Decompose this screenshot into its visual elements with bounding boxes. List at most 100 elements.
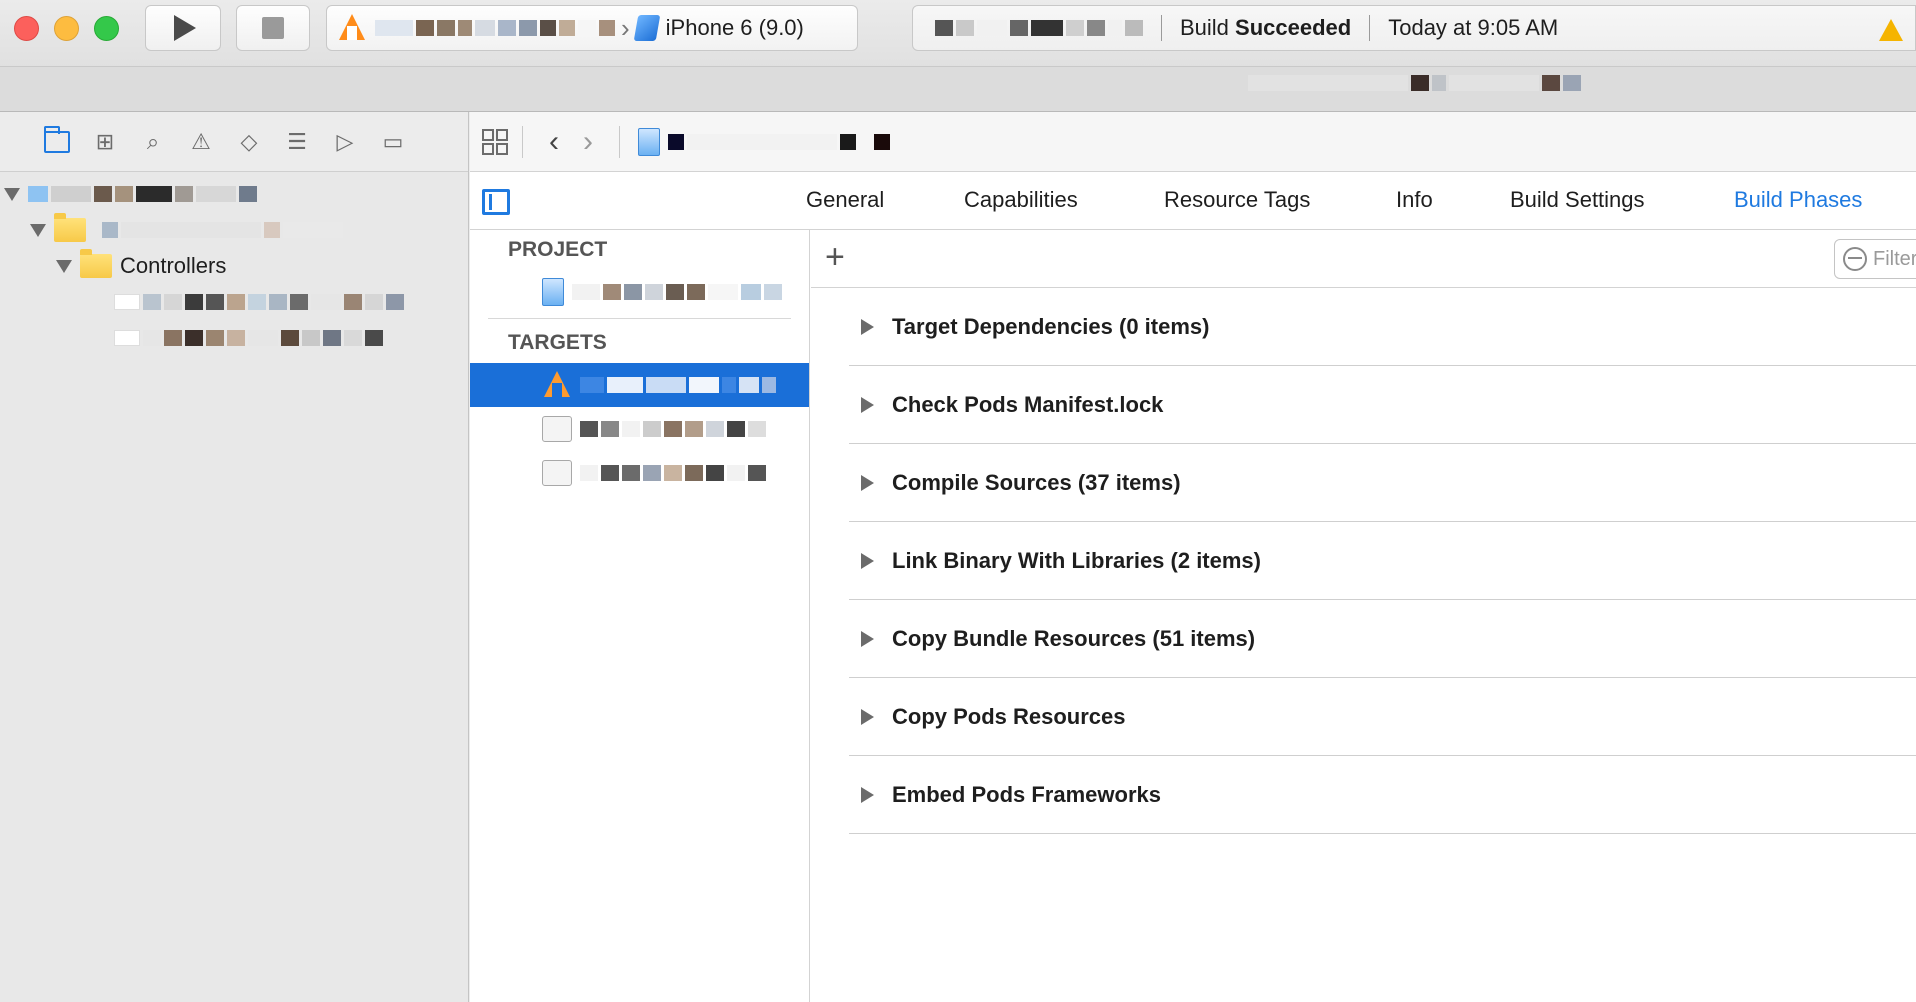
issue-navigator-tab[interactable]: ⚠ (188, 129, 214, 155)
jump-bar: ‹ › (470, 112, 1916, 172)
filter-field[interactable]: Filter (1834, 239, 1916, 279)
phase-copy-bundle-resources[interactable]: Copy Bundle Resources (51 items) (849, 600, 1916, 678)
redacted-target-name (580, 377, 776, 393)
breakpoint-icon: ▷ (336, 128, 354, 154)
phase-label: Compile Sources (37 items) (892, 469, 1181, 495)
disclosure-open-icon[interactable] (4, 187, 20, 201)
jump-bar-divider (619, 125, 620, 158)
find-navigator-tab[interactable]: ⌕ (140, 129, 166, 155)
disclosure-closed-icon[interactable] (861, 786, 874, 803)
phase-embed-pods-frameworks[interactable]: Embed Pods Frameworks (849, 756, 1916, 834)
tab-build-settings[interactable]: Build Settings (1510, 187, 1645, 213)
build-status-prefix: Build (1180, 15, 1236, 40)
disclosure-closed-icon[interactable] (861, 708, 874, 725)
editor-tab-bar: General Capabilities Resource Tags Info … (470, 172, 1916, 230)
project-section-header: PROJECT (508, 238, 608, 261)
redacted-project-name (935, 20, 1143, 36)
report-navigator-tab[interactable]: ▭ (380, 129, 406, 155)
target-box-icon (542, 460, 572, 486)
warning-icon[interactable] (1879, 19, 1903, 41)
target-row[interactable] (470, 451, 809, 495)
window-toolbar: › iPhone 6 (9.0) Build Succeeded Today a… (0, 0, 1916, 112)
phase-check-pods-manifest[interactable]: Check Pods Manifest.lock (849, 366, 1916, 444)
warning-triangle-icon: ⚠ (191, 128, 211, 154)
toolbar-main-row: › iPhone 6 (9.0) Build Succeeded Today a… (0, 0, 1916, 56)
tab-resource-tags[interactable]: Resource Tags (1164, 187, 1310, 213)
disclosure-closed-icon[interactable] (861, 552, 874, 569)
tab-capabilities[interactable]: Capabilities (964, 187, 1078, 213)
zoom-window-button[interactable] (94, 16, 119, 41)
activity-divider (1161, 15, 1162, 41)
forward-chevron-icon[interactable]: › (571, 125, 605, 159)
disclosure-closed-icon[interactable] (861, 396, 874, 413)
disclosure-closed-icon[interactable] (861, 630, 874, 647)
folder-icon (80, 249, 112, 278)
phases-toolbar: + Filter (811, 230, 1916, 288)
chevron-right-icon: › (621, 12, 630, 43)
phase-label: Embed Pods Frameworks (892, 781, 1161, 807)
disclosure-open-icon[interactable] (56, 259, 72, 273)
tab-general[interactable]: General (806, 187, 884, 213)
navigator-selector-bar: ⊞ ⌕ ⚠ ◇ ☰ ▷ ▭ (0, 112, 468, 172)
tab-build-phases[interactable]: Build Phases (1734, 187, 1862, 213)
back-chevron-icon[interactable]: ‹ (537, 125, 571, 159)
redacted-file-name (114, 294, 404, 310)
file-tree: Controllers (0, 172, 468, 356)
target-row[interactable] (470, 407, 809, 451)
redacted-project-item (572, 284, 782, 300)
disclosure-closed-icon[interactable] (861, 318, 874, 335)
scheme-selector[interactable]: › iPhone 6 (9.0) (326, 5, 858, 51)
close-window-button[interactable] (14, 16, 39, 41)
tab-strip (0, 66, 1916, 112)
redacted-breadcrumb[interactable] (668, 133, 890, 150)
phase-label: Check Pods Manifest.lock (892, 391, 1164, 417)
device-icon (633, 15, 660, 41)
tree-row-group[interactable] (0, 212, 468, 248)
stop-button[interactable] (236, 5, 310, 51)
redacted-tab-title (1248, 75, 1581, 91)
tree-row-project[interactable] (0, 176, 468, 212)
redacted-target-name (580, 421, 766, 437)
show-targets-sidebar-icon[interactable] (482, 189, 510, 215)
add-build-phase-button[interactable]: + (825, 238, 845, 277)
build-status-time: Today at 9:05 AM (1388, 15, 1559, 40)
breakpoint-navigator-tab[interactable]: ▷ (332, 129, 358, 155)
tree-row-file[interactable] (0, 284, 468, 320)
folder-icon (44, 125, 70, 153)
redacted-target-name (580, 465, 766, 481)
tree-row-controllers[interactable]: Controllers (0, 248, 468, 284)
redacted-scheme-name (375, 20, 615, 36)
scheme-device-label: iPhone 6 (9.0) (665, 15, 804, 40)
test-navigator-tab[interactable]: ◇ (236, 129, 262, 155)
filter-placeholder: Filter (1873, 247, 1916, 270)
filter-icon (1843, 247, 1867, 271)
build-phases-pane: + Filter Target Dependencies (0 items) C… (811, 230, 1916, 1002)
minimize-window-button[interactable] (54, 16, 79, 41)
phase-compile-sources[interactable]: Compile Sources (37 items) (849, 444, 1916, 522)
redacted-project-row (28, 186, 257, 202)
project-navigator: ⊞ ⌕ ⚠ ◇ ☰ ▷ ▭ Controllers (0, 112, 469, 1002)
targets-list: PROJECT TARGETS (470, 230, 810, 1002)
targets-section-header: TARGETS (508, 331, 607, 354)
related-items-icon[interactable] (482, 128, 508, 155)
tab-info[interactable]: Info (1396, 187, 1433, 213)
tree-row-file[interactable] (0, 320, 468, 356)
phase-copy-pods-resources[interactable]: Copy Pods Resources (849, 678, 1916, 756)
phase-label: Target Dependencies (0 items) (892, 313, 1210, 339)
target-row-app[interactable] (470, 363, 809, 407)
run-button[interactable] (145, 5, 221, 51)
symbol-navigator-tab[interactable]: ⊞ (92, 129, 118, 155)
disclosure-closed-icon[interactable] (861, 474, 874, 491)
project-navigator-tab[interactable] (44, 125, 70, 155)
phase-target-dependencies[interactable]: Target Dependencies (0 items) (849, 288, 1916, 366)
build-status-result: Succeeded (1235, 15, 1352, 40)
speech-bubble-icon: ▭ (382, 128, 404, 154)
project-row[interactable] (470, 270, 809, 314)
activity-divider (1369, 15, 1371, 41)
phase-link-binary[interactable]: Link Binary With Libraries (2 items) (849, 522, 1916, 600)
project-file-icon (542, 278, 564, 306)
debug-navigator-tab[interactable]: ☰ (284, 129, 310, 155)
activity-viewer: Build Succeeded Today at 9:05 AM (912, 5, 1916, 51)
disclosure-open-icon[interactable] (30, 223, 46, 237)
phase-label: Copy Bundle Resources (51 items) (892, 625, 1256, 651)
